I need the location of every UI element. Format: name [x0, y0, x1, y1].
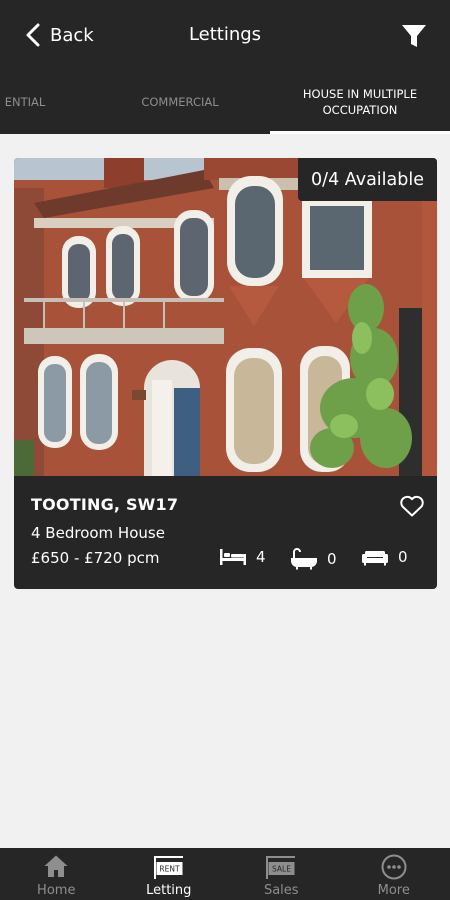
availability-badge: 0/4 Available [298, 158, 437, 201]
app-header: Back Lettings [0, 0, 450, 70]
tab-residential[interactable]: ENTIAL [0, 70, 90, 134]
tab-commercial[interactable]: COMMERCIAL [110, 70, 250, 134]
category-tabs: ENTIAL COMMERCIAL HOUSE IN MULTIPLE OCCU… [0, 70, 450, 134]
nav-letting-label: Letting [146, 883, 192, 898]
bed-icon [220, 549, 246, 565]
property-type: 4 Bedroom House [31, 524, 165, 542]
sale-sign-text: SALE [272, 865, 291, 874]
more-icon [381, 854, 407, 880]
filter-icon[interactable] [400, 22, 428, 50]
page-title: Lettings [188, 24, 262, 45]
nav-home[interactable]: Home [0, 848, 113, 900]
bedrooms-count: 4 [256, 548, 266, 566]
bathrooms-count: 0 [327, 550, 337, 568]
property-location: TOOTING, SW17 [31, 495, 179, 514]
property-card[interactable]: 0/4 Available TOOTING, SW17 4 Bedroom Ho… [14, 158, 437, 589]
bedrooms-feature: 4 [219, 548, 266, 566]
bath-icon [291, 548, 317, 570]
sale-sign-icon: SALE [266, 856, 296, 879]
rent-sign-icon: RENT [153, 856, 183, 879]
property-photo [14, 158, 437, 476]
receptions-count: 0 [398, 548, 408, 566]
property-price: £650 - £720 pcm [31, 549, 160, 567]
tab-hmo[interactable]: HOUSE IN MULTIPLE OCCUPATION [270, 70, 450, 134]
nav-more[interactable]: More [338, 848, 450, 900]
nav-sales[interactable]: SALE Sales [225, 848, 338, 900]
active-tab-indicator [270, 131, 450, 134]
sofa-icon [362, 551, 388, 566]
receptions-feature: 0 [361, 548, 408, 566]
bathrooms-feature: 0 [290, 548, 337, 570]
nav-letting[interactable]: RENT Letting [113, 848, 226, 900]
nav-sales-label: Sales [263, 883, 299, 898]
heart-icon[interactable] [399, 494, 425, 518]
nav-home-label: Home [37, 883, 76, 898]
home-icon [44, 855, 68, 877]
bottom-navigation: Home RENT Letting SALE Sales More [0, 848, 450, 900]
nav-more-label: More [377, 883, 410, 898]
rent-sign-text: RENT [159, 865, 180, 874]
